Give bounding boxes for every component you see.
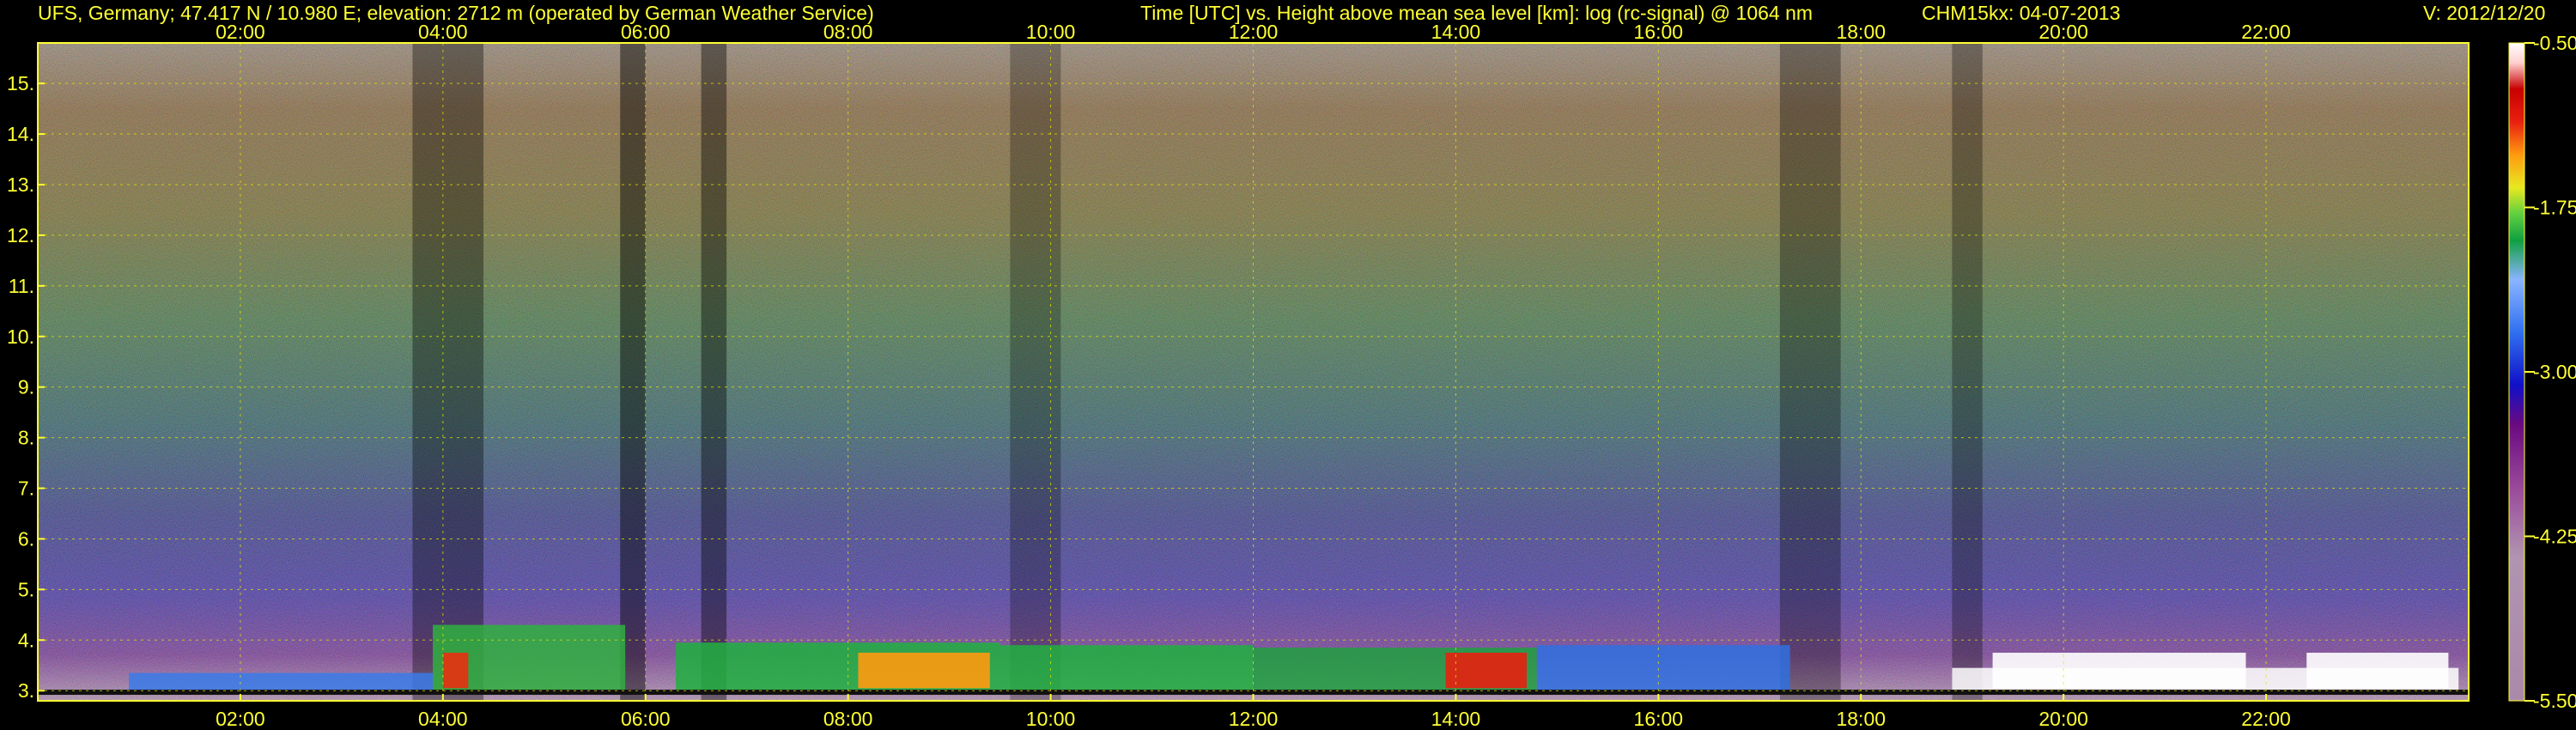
low-signal-streak — [1952, 43, 1983, 701]
x-tick-label-top: 02:00 — [216, 21, 265, 43]
x-tick-label-top: 12:00 — [1229, 21, 1279, 43]
aerosol-core — [1445, 653, 1527, 689]
colorbar-tick-label: -1.75 — [2533, 197, 2576, 219]
y-tick-label: 5. — [18, 578, 34, 600]
colorbar-tick-label: -4.25 — [2533, 526, 2576, 548]
x-tick-label: 08:00 — [823, 708, 873, 730]
x-tick-label-top: 16:00 — [1634, 21, 1684, 43]
x-tick-label-top: 18:00 — [1836, 21, 1886, 43]
x-tick-label-top: 10:00 — [1026, 21, 1076, 43]
y-tick-label: 10. — [7, 325, 34, 348]
x-tick-label: 22:00 — [2241, 708, 2291, 730]
x-tick-label: 02:00 — [216, 708, 265, 730]
x-tick-label-top: 08:00 — [823, 21, 873, 43]
y-tick-label: 9. — [18, 376, 34, 398]
low-signal-streak — [1779, 43, 1841, 701]
aerosol-layer — [999, 645, 1254, 691]
x-tick-label-top: 14:00 — [1431, 21, 1481, 43]
y-tick-label: 13. — [7, 173, 34, 196]
x-tick-label: 12:00 — [1229, 708, 1279, 730]
y-tick-label: 4. — [18, 629, 34, 651]
x-tick-label-top: 04:00 — [418, 21, 468, 43]
colorbar-tick-label: -0.50 — [2533, 32, 2576, 54]
low-signal-streak — [620, 43, 646, 701]
x-tick-label: 14:00 — [1431, 708, 1481, 730]
y-tick-label: 3. — [18, 679, 34, 702]
x-tick-label: 18:00 — [1836, 708, 1886, 730]
y-tick-label: 7. — [18, 478, 34, 500]
x-tick-label: 10:00 — [1026, 708, 1076, 730]
x-tick-label: 06:00 — [621, 708, 671, 730]
colorbar-tick-label: -5.50 — [2533, 690, 2576, 712]
x-tick-label-top: 06:00 — [621, 21, 671, 43]
x-tick-label: 16:00 — [1634, 708, 1684, 730]
x-tick-label: 20:00 — [2038, 708, 2088, 730]
y-tick-label: 8. — [18, 427, 34, 449]
aerosol-layer — [1536, 645, 1790, 691]
low-signal-streak — [412, 43, 484, 701]
low-signal-streak — [1010, 43, 1061, 701]
colorbar — [2509, 43, 2524, 701]
x-tick-label: 04:00 — [418, 708, 468, 730]
x-tick-label-top: 20:00 — [2038, 21, 2088, 43]
low-signal-streak — [701, 43, 727, 701]
y-tick-label: 15. — [7, 72, 34, 94]
aerosol-core — [2306, 653, 2449, 689]
y-tick-label: 14. — [7, 123, 34, 145]
lidar-chart: 02:00 04:00 06:00 08:00 10:00 12:00 14:00 16:00… — [7, 21, 2576, 730]
aerosol-layer — [129, 672, 434, 691]
aerosol-core — [858, 653, 990, 689]
y-tick-label: 12. — [7, 224, 34, 246]
y-tick-label: 11. — [9, 275, 34, 297]
aerosol-core — [442, 653, 469, 689]
aerosol-core — [1992, 653, 2246, 689]
colorbar-tick-label: -3.00 — [2533, 361, 2576, 383]
x-tick-label-top: 22:00 — [2241, 21, 2291, 43]
y-tick-label: 6. — [18, 527, 34, 550]
